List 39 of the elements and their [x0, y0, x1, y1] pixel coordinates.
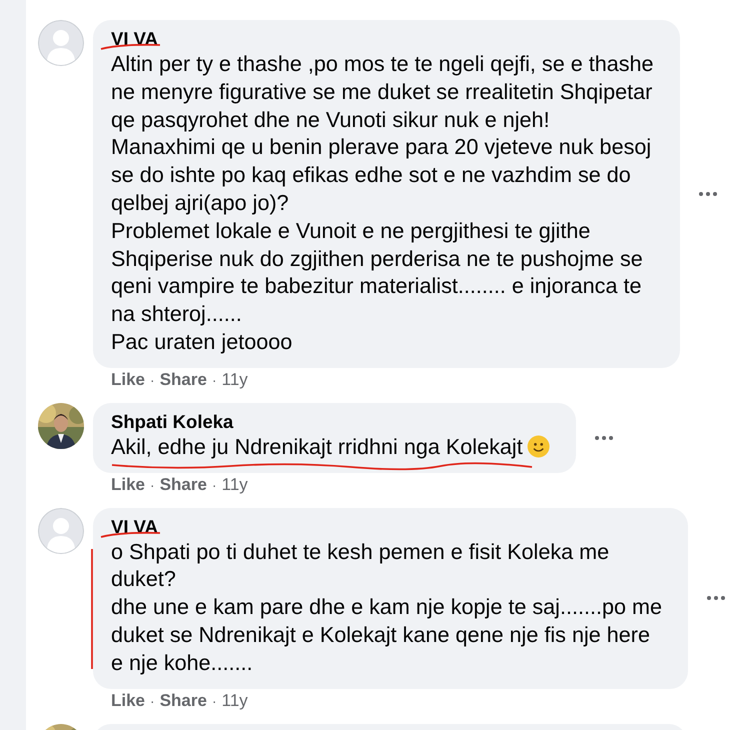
comment-text: dhe une e kam pare dhe e kam nje kopje te saj.......po me — [111, 593, 662, 621]
comment-text: e nje kohe....... — [111, 648, 253, 677]
comment-text: duket? — [111, 565, 177, 594]
action-link[interactable]: Like — [111, 690, 146, 711]
comment-text: se do ishte po kaq efikas edhe sot e ne vazhdim se do — [111, 161, 632, 189]
comment-text: qelbej ajri(apo jo)? — [111, 188, 290, 217]
comment-text: Altin per ty e thashe ,po mos te te ngeli qejfi, se e thashe — [111, 50, 654, 78]
comment-text: Problemet lokale e Vunoit e ne pergjithesi te gjithe — [111, 216, 592, 245]
comment-text: duket se Ndrenikajt e Kolekajt kane qene nje fis nje here — [111, 620, 651, 649]
comment-text: ne menyre figurative se me duket se rrealitetin Shqipetar — [111, 78, 654, 106]
comment-text: qeni vampire te babezitur materialist........ e injoranca te — [111, 272, 643, 300]
more-options-icon[interactable] — [706, 595, 726, 602]
separator-dot: · — [150, 372, 155, 388]
avatar-icon — [38, 508, 84, 554]
more-options-icon[interactable] — [698, 190, 718, 197]
comment-time: 11y — [222, 474, 248, 495]
more-options-icon[interactable] — [594, 434, 614, 441]
comment-text: Shqiperise nuk do zgjithen perderisa ne te pushojme se — [111, 244, 644, 272]
comment-text: na shteroj...... — [111, 300, 243, 328]
action-link[interactable]: Share — [160, 690, 207, 711]
action-link[interactable]: Like — [111, 370, 146, 390]
separator-dot: · — [150, 692, 155, 709]
commenter-name[interactable]: Shpati Koleka — [111, 410, 234, 433]
comment-time: 11y — [222, 690, 248, 711]
comment-text: qe pasqyrohet dhe ne Vunoti sikur nuk e njeh! — [111, 106, 551, 134]
comment-text: Akil, edhe ju Ndrenikajt rridhni nga Kolekajt — [111, 432, 523, 461]
action-link[interactable]: Like — [111, 474, 146, 495]
separator-dot: · — [212, 476, 217, 493]
comment-text: Manaxhimi qe u benin plerave para 20 vjeteve nuk besoj — [111, 133, 652, 162]
separator-dot: · — [212, 372, 217, 388]
action-link[interactable]: Share — [160, 370, 207, 390]
separator-dot: · — [150, 476, 155, 493]
comment-text: o Shpati po ti duhet te kesh pemen e fisit Koleka me — [111, 538, 610, 566]
separator-dot: · — [212, 692, 217, 709]
avatar-icon — [38, 20, 84, 66]
smiley-icon — [526, 435, 550, 458]
comment-text: Pac uraten jetoooo — [111, 328, 292, 356]
action-link[interactable]: Share — [160, 474, 207, 495]
comment-time: 11y — [222, 370, 248, 390]
